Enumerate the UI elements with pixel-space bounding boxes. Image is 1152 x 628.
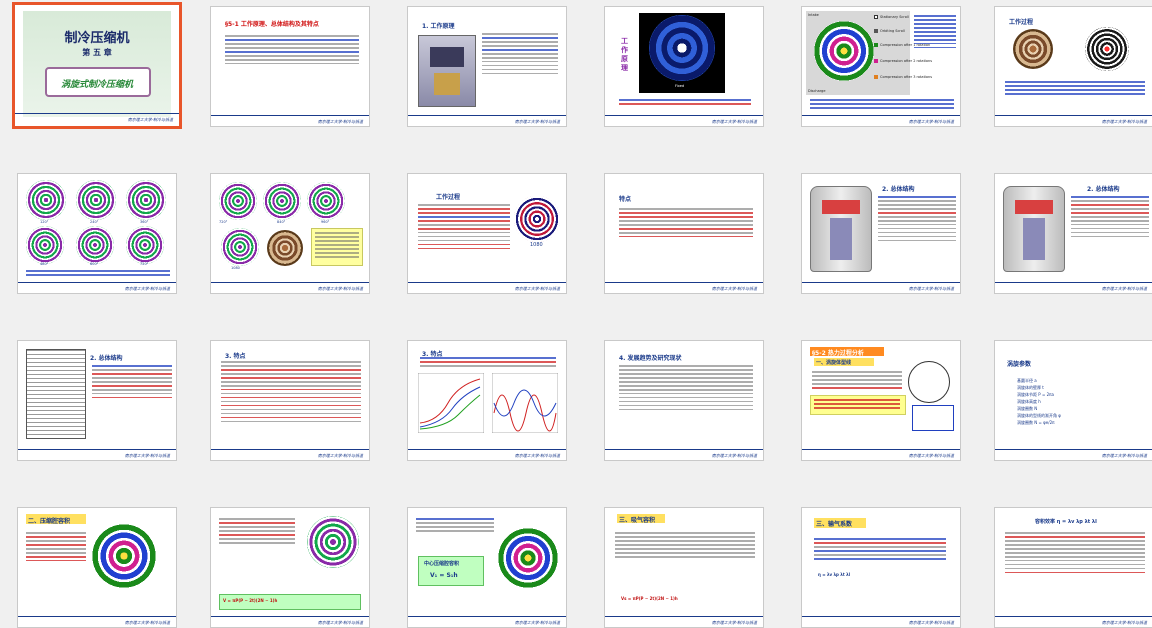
parameter-list: 基圆半径 a 涡旋体的壁厚 t 涡旋体节距 P = 2πa 涡旋体高度 h 涡旋…: [1017, 378, 1061, 425]
slide-title: §5-2 热力过程分析: [812, 350, 864, 357]
slide-title: 工作原理: [621, 37, 628, 72]
footer: 南京理工大学·制冷与低温: [514, 453, 560, 458]
slide-thumbnail-11[interactable]: 2. 总体结构 南京理工大学·制冷与低温: [801, 173, 961, 294]
slide-title: 2. 总体结构: [90, 355, 123, 362]
slide-title: 三、吸气容积: [619, 517, 656, 524]
slide-title: 2. 总体结构: [882, 186, 915, 193]
involute-diagram: [908, 361, 950, 403]
suction-volume-formula: V = πP(P − 2t)(2N − 1)h: [223, 598, 278, 603]
footer: 南京理工大学·制冷与低温: [711, 286, 757, 291]
footer: 南京理工大学·制冷与低温: [514, 286, 560, 291]
slide-thumbnail-10[interactable]: 特点 南京理工大学·制冷与低温: [604, 173, 764, 294]
footer: 南京理工大学·制冷与低温: [514, 620, 560, 625]
scroll-diagram: [1085, 27, 1129, 71]
slide-thumbnail-24[interactable]: 容积效率 η = λv λp λt λl 南京理工大学·制冷与低温: [994, 507, 1152, 628]
chapter-subtitle: 涡旋式制冷压缩机: [60, 80, 133, 90]
slide-thumbnail-16[interactable]: 4. 发展趋势及研究现状 南京理工大学·制冷与低温: [604, 340, 764, 461]
compression-chamber-diagram: [92, 524, 156, 588]
footer: 南京理工大学·制冷与低温: [908, 286, 954, 291]
slide-thumbnail-13[interactable]: 2. 总体结构 南京理工大学·制冷与低温: [17, 340, 177, 461]
slide-title: 工作过程: [436, 194, 461, 201]
slide-thumbnail-15[interactable]: 3. 特点 南京理工大学·制冷与低温: [407, 340, 567, 461]
slide-thumbnail-21[interactable]: 中心压缩腔容积 V₁ = S₁h 南京理工大学·制冷与低温: [407, 507, 567, 628]
slide-thumbnail-5[interactable]: Intake Discharge Stationary Scroll Orbit…: [801, 6, 961, 127]
slide-thumbnail-18[interactable]: 涡旋参数 基圆半径 a 涡旋体的壁厚 t 涡旋体节距 P = 2πa 涡旋体高度…: [994, 340, 1152, 461]
compressor-section-drawing: [26, 349, 86, 439]
slide-thumbnail-12[interactable]: 2. 总体结构 南京理工大学·制冷与低温: [994, 173, 1152, 294]
discharge-label: Discharge: [808, 89, 826, 93]
slide-thumbnail-17[interactable]: §5-2 热力过程分析 一、涡旋体型线 南京理工大学·制冷与低温: [801, 340, 961, 461]
footer: 南京理工大学·制冷与低温: [514, 119, 560, 124]
fixed-label: Fixed: [675, 84, 685, 88]
pressure-chart-image: [418, 373, 484, 433]
slide-title: 工作过程: [1009, 19, 1034, 26]
slide-thumbnail-19[interactable]: 二、压缩腔容积 南京理工大学·制冷与低温: [17, 507, 177, 628]
footer: 南京理工大学·制冷与低温: [1101, 620, 1147, 625]
footer: 南京理工大学·制冷与低温: [317, 119, 363, 124]
footer: 南京理工大学·制冷与低温: [127, 117, 173, 122]
delivery-coefficient-formula: η = λv λp λt λl: [818, 572, 851, 577]
slide-title: 4. 发展趋势及研究现状: [619, 355, 682, 362]
slide-title: 2. 总体结构: [1087, 186, 1120, 193]
slide-thumbnail-23[interactable]: 三、输气系数 η = λv λp λt λl 南京理工大学·制冷与低温: [801, 507, 961, 628]
torque-chart-image: [492, 373, 558, 433]
footer: 南京理工大学·制冷与低温: [317, 286, 363, 291]
compressor-cutaway-image: [418, 35, 476, 107]
slide-thumbnail-8[interactable]: 720° 840° 960° 1080 南京理工大学·制冷与低温: [210, 173, 370, 294]
slide-title: 容积效率 η = λv λp λt λl: [1035, 519, 1097, 525]
slide-thumbnail-3[interactable]: 1. 工作原理 南京理工大学·制冷与低温: [407, 6, 567, 127]
slide-thumbnail-9[interactable]: 工作过程 1080 南京理工大学·制冷与低温: [407, 173, 567, 294]
suction-formula: Vs = πP(P − 2t)(2N − 1)h: [621, 596, 678, 601]
slide-subtitle: 一、涡旋体型线: [816, 360, 852, 366]
footer: 南京理工大学·制冷与低温: [1101, 286, 1147, 291]
slide-title: 中心压缩腔容积: [424, 561, 460, 567]
slide-title: 1. 工作原理: [422, 23, 455, 30]
chapter-title: 制冷压缩机: [64, 31, 130, 46]
scroll-diagram-image: [814, 21, 874, 81]
intake-label: Intake: [808, 13, 819, 17]
scroll-photo: [1013, 29, 1053, 69]
footer: 南京理工大学·制冷与低温: [908, 620, 954, 625]
footer: 南京理工大学·制冷与低温: [124, 453, 170, 458]
slide-title: 三、输气系数: [816, 521, 853, 528]
footer: 南京理工大学·制冷与低温: [1101, 453, 1147, 458]
footer: 南京理工大学·制冷与低温: [317, 453, 363, 458]
slide-title: 3. 特点: [225, 353, 246, 360]
slide-thumbnail-14[interactable]: 3. 特点 南京理工大学·制冷与低温: [210, 340, 370, 461]
chapter-number: 第 五 章: [82, 48, 112, 57]
slide-thumbnail-20[interactable]: V = πP(P − 2t)(2N − 1)h 南京理工大学·制冷与低温: [210, 507, 370, 628]
scroll-animation-image: [649, 15, 715, 81]
slide-thumbnail-1[interactable]: 制冷压缩机 第 五 章 涡旋式制冷压缩机 南京理工大学·制冷与低温: [12, 2, 182, 129]
footer: 南京理工大学·制冷与低温: [908, 119, 954, 124]
footer: 南京理工大学·制冷与低温: [124, 620, 170, 625]
footer: 南京理工大学·制冷与低温: [711, 453, 757, 458]
slide-thumbnail-4[interactable]: 工作原理 Fixed 南京理工大学·制冷与低温: [604, 6, 764, 127]
footer: 南京理工大学·制冷与低温: [711, 119, 757, 124]
footer: 南京理工大学·制冷与低温: [317, 620, 363, 625]
slide-title: §5-1 工作原理、总体结构及其特点: [225, 21, 319, 28]
footer: 南京理工大学·制冷与低温: [124, 286, 170, 291]
footer: 南京理工大学·制冷与低温: [1101, 119, 1147, 124]
slide-thumbnail-7[interactable]: 120° 240° 360° 480° 600° 720° 南京理工大学·制冷与…: [17, 173, 177, 294]
footer: 南京理工大学·制冷与低温: [711, 620, 757, 625]
footer: 南京理工大学·制冷与低温: [908, 453, 954, 458]
slide-title: 特点: [619, 196, 632, 203]
slide-title: 二、压缩腔容积: [28, 518, 71, 525]
slide-thumbnail-2[interactable]: §5-1 工作原理、总体结构及其特点 南京理工大学·制冷与低温: [210, 6, 370, 127]
slide-thumbnail-22[interactable]: 三、吸气容积 Vs = πP(P − 2t)(2N − 1)h 南京理工大学·制…: [604, 507, 764, 628]
slide-title: 涡旋参数: [1007, 361, 1032, 368]
center-volume-formula: V₁ = S₁h: [430, 572, 458, 579]
slide-thumbnail-6[interactable]: 工作过程 南京理工大学·制冷与低温: [994, 6, 1152, 127]
